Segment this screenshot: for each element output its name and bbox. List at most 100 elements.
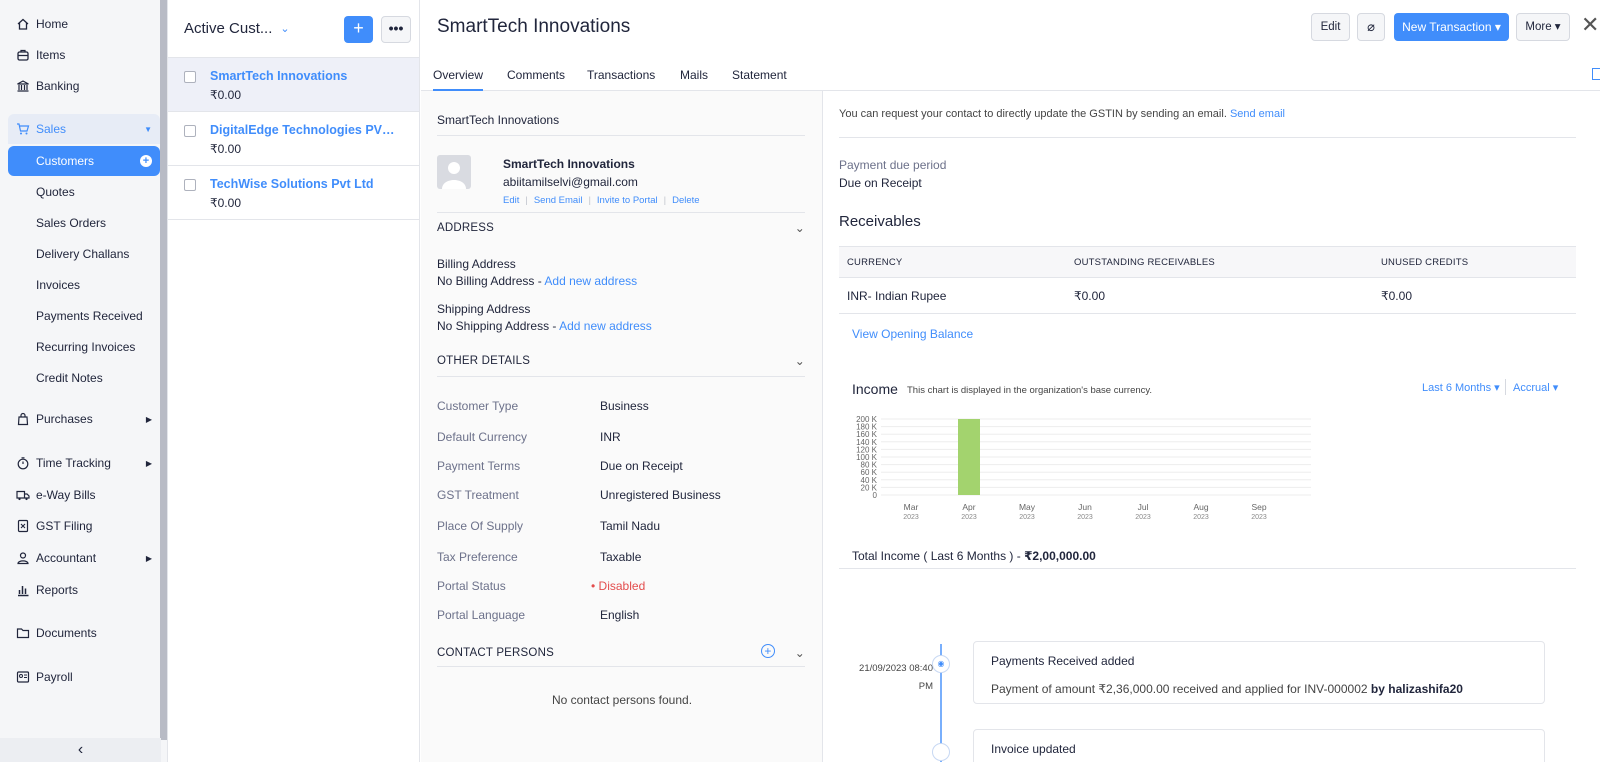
tab-overview[interactable]: Overview — [433, 68, 484, 91]
total-income: Total Income ( Last 6 Months ) - ₹2,00,0… — [852, 549, 1096, 563]
timeline-title: Invoice updated — [991, 742, 1076, 756]
chevron-down-icon[interactable]: ⌄ — [795, 221, 805, 235]
add-billing-address-link[interactable]: Add new address — [544, 274, 637, 288]
sidebar-item-delivery-challans[interactable]: Delivery Challans — [8, 239, 160, 269]
sidebar-item-quotes[interactable]: Quotes — [8, 177, 160, 207]
sidebar-item-label: Payments Received — [36, 309, 143, 323]
tab-transactions[interactable]: Transactions — [587, 68, 655, 82]
bag-icon — [16, 412, 30, 426]
sidebar-item-documents[interactable]: Documents — [8, 618, 160, 648]
sidebar-item-reports[interactable]: Reports — [8, 575, 160, 605]
sidebar-item-banking[interactable]: Banking — [8, 71, 160, 101]
timeline-desc-text: Payment of amount ₹2,36,000.00 received … — [991, 682, 1368, 696]
sidebar-item-label: Time Tracking — [36, 456, 111, 470]
other-details-section-header[interactable]: OTHER DETAILS ⌄ — [437, 354, 805, 368]
detail-value: Due on Receipt — [600, 459, 683, 473]
customer-name[interactable]: DigitalEdge Technologies PVT ... — [210, 123, 400, 137]
bank-icon — [16, 79, 30, 93]
sidebar-item-sales[interactable]: Sales ▼ — [8, 114, 160, 144]
collapse-sidebar-button[interactable]: ‹ — [0, 738, 161, 762]
home-icon — [16, 17, 30, 31]
more-button[interactable]: More ▾ — [1516, 13, 1570, 41]
sidebar-item-home[interactable]: Home — [8, 9, 160, 39]
column-header: OUTSTANDING RECEIVABLES — [1066, 246, 1373, 278]
x-tick-label: Mar — [904, 502, 919, 512]
divider — [437, 135, 805, 136]
sidebar-item-customers[interactable]: Customers + — [8, 146, 160, 176]
sidebar-item-time-tracking[interactable]: Time Tracking ▶ — [8, 448, 160, 478]
edit-button[interactable]: Edit — [1311, 13, 1350, 41]
sidebar-item-label: Home — [36, 17, 69, 31]
section-title: ADDRESS — [437, 222, 494, 234]
table-header-row: CURRENCY OUTSTANDING RECEIVABLES UNUSED … — [839, 246, 1576, 278]
add-icon[interactable]: + — [140, 155, 152, 167]
customer-name[interactable]: TechWise Solutions Pvt Ltd — [210, 177, 374, 191]
sidebar-item-sales-orders[interactable]: Sales Orders — [8, 208, 160, 238]
period-filter-dropdown[interactable]: Last 6 Months ▾ — [1422, 381, 1500, 394]
row-checkbox[interactable] — [184, 71, 196, 83]
receivables-table: CURRENCY OUTSTANDING RECEIVABLES UNUSED … — [839, 246, 1576, 314]
customer-amount: ₹0.00 — [210, 196, 241, 210]
sidebar-item-eway-bills[interactable]: e-Way Bills — [8, 480, 160, 510]
address-section-header[interactable]: ADDRESS ⌄ — [437, 221, 805, 235]
total-income-label: Total Income ( Last 6 Months ) - — [852, 549, 1021, 563]
sidebar-item-label: Delivery Challans — [36, 247, 130, 261]
row-checkbox[interactable] — [184, 179, 196, 191]
sidebar-item-recurring-invoices[interactable]: Recurring Invoices — [8, 332, 160, 362]
edit-contact-link[interactable]: Edit — [503, 195, 519, 206]
sidebar-item-label: Sales — [36, 122, 67, 136]
tab-mails[interactable]: Mails — [680, 68, 708, 82]
expand-icon[interactable] — [1592, 68, 1600, 80]
sidebar-item-gst-filing[interactable]: GST Filing — [8, 511, 160, 541]
row-checkbox[interactable] — [184, 125, 196, 137]
delete-contact-link[interactable]: Delete — [672, 195, 699, 206]
contact-persons-section-header[interactable]: CONTACT PERSONS + ⌄ — [437, 644, 805, 660]
divider — [1505, 379, 1506, 395]
add-contact-icon[interactable]: + — [761, 644, 775, 658]
new-transaction-button[interactable]: New Transaction ▾ — [1394, 13, 1509, 41]
list-more-button[interactable]: ••• — [381, 16, 411, 43]
chevron-down-icon[interactable]: ⌄ — [795, 646, 805, 660]
list-item[interactable]: TechWise Solutions Pvt Ltd ₹0.00 — [168, 166, 419, 220]
chevron-down-icon[interactable]: ⌄ — [280, 22, 289, 35]
attachment-button[interactable]: ⌀ — [1357, 13, 1385, 41]
list-view-selector[interactable]: Active Cust... — [184, 20, 272, 37]
shipping-address-value: No Shipping Address - Add new address — [437, 319, 652, 333]
send-email-link[interactable]: Send Email — [534, 195, 583, 206]
sidebar-item-accountant[interactable]: Accountant ▶ — [8, 543, 160, 573]
basis-filter-dropdown[interactable]: Accrual ▾ — [1513, 381, 1558, 394]
payroll-icon — [16, 670, 30, 684]
detail-key: Tax Preference — [437, 550, 518, 564]
sidebar-item-payments-received[interactable]: Payments Received — [8, 301, 160, 331]
sidebar-item-purchases[interactable]: Purchases ▶ — [8, 404, 160, 434]
sidebar-item-invoices[interactable]: Invoices — [8, 270, 160, 300]
sidebar-item-label: Customers — [36, 154, 95, 168]
customer-amount: ₹0.00 — [210, 142, 241, 156]
billing-address-text: No Billing Address - — [437, 274, 542, 288]
sidebar-item-credit-notes[interactable]: Credit Notes — [8, 363, 160, 393]
tab-comments[interactable]: Comments — [507, 68, 565, 82]
invite-portal-link[interactable]: Invite to Portal — [597, 195, 658, 206]
sidebar-item-label: e-Way Bills — [36, 488, 96, 502]
cart-icon — [16, 122, 30, 136]
contact-actions: Edit | Send Email | Invite to Portal | Dele… — [503, 195, 700, 206]
chevron-down-icon[interactable]: ⌄ — [795, 354, 805, 368]
comment-icon — [932, 743, 950, 761]
customer-name[interactable]: SmartTech Innovations — [210, 69, 347, 83]
tab-statement[interactable]: Statement — [732, 68, 787, 82]
list-item[interactable]: DigitalEdge Technologies PVT ... ₹0.00 — [168, 112, 419, 166]
close-icon[interactable]: ✕ — [1581, 12, 1599, 38]
add-shipping-address-link[interactable]: Add new address — [559, 319, 652, 333]
view-opening-balance-link[interactable]: View Opening Balance — [852, 327, 973, 341]
sidebar-item-label: Recurring Invoices — [36, 340, 136, 354]
sidebar-scrollbar[interactable] — [160, 0, 167, 740]
new-customer-button[interactable]: + — [344, 16, 373, 43]
status-dot-icon: • — [591, 579, 596, 593]
income-chart: 020 K40 K60 K80 K100 K120 K140 K160 K180… — [856, 415, 1311, 521]
sidebar-item-payroll[interactable]: Payroll — [8, 662, 160, 692]
list-item[interactable]: SmartTech Innovations ₹0.00 — [168, 58, 419, 112]
sidebar-item-items[interactable]: Items — [8, 40, 160, 70]
items-icon — [16, 48, 30, 62]
send-email-link[interactable]: Send email — [1230, 108, 1285, 120]
contact-name: SmartTech Innovations — [503, 157, 635, 171]
